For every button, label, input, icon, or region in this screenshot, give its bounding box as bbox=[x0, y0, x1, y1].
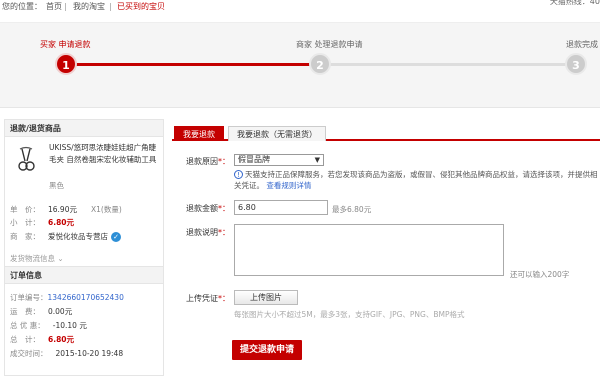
shipping-label: 运 费： bbox=[10, 307, 40, 316]
shop-label: 商 家： bbox=[10, 232, 40, 241]
dropdown-arrow-icon: ▼ bbox=[314, 156, 320, 164]
step-3-label: 退款完成 bbox=[566, 40, 598, 49]
description-label-row: 退款说明*： bbox=[186, 227, 230, 238]
voucher-label: 上传凭证 bbox=[186, 294, 218, 303]
subtotal-row: 小 计： 6.80元 bbox=[10, 217, 74, 228]
max-amount-hint: 最多6.80元 bbox=[332, 205, 372, 214]
order-number-link[interactable]: 1342660170652430 bbox=[48, 293, 124, 302]
order-number-label: 订单编号： bbox=[10, 293, 48, 302]
total-value: 6.80元 bbox=[48, 335, 75, 344]
refund-form-panel: 我要退款 我要退款（无需退货） 退款原因*： 假冒品牌 ▼ ! 天猫支持正品保障服… bbox=[172, 119, 600, 376]
order-section-title: 订单信息 bbox=[5, 267, 163, 284]
total-row: 总 计： 6.80元 bbox=[10, 334, 74, 345]
hotline-text: 天猫热线：40 bbox=[549, 0, 600, 6]
shipping-row: 运 费： 0.00元 bbox=[10, 306, 72, 317]
product-name-link[interactable]: UKISS/悠珂思浓睫娃娃超广角睫毛夹 自然卷翘宋宏化妆辅助工具 bbox=[49, 142, 157, 166]
breadcrumb-home-link[interactable]: 首页 bbox=[46, 0, 62, 14]
tab-refund[interactable]: 我要退款 bbox=[174, 126, 224, 141]
required-mark: *： bbox=[218, 204, 230, 213]
unit-price-label: 单 价： bbox=[10, 205, 40, 214]
description-label: 退款说明 bbox=[186, 228, 218, 237]
refund-description-textarea[interactable] bbox=[234, 224, 504, 276]
amount-label: 退款金额 bbox=[186, 204, 218, 213]
info-icon: ! bbox=[234, 170, 243, 179]
refund-product-panel: 退款/退货商品 UKISS/悠珂思浓睫娃娃超广角睫毛夹 自然卷翘宋宏化妆辅助工具… bbox=[4, 119, 164, 376]
refund-type-tabs: 我要退款 我要退款（无需退货） bbox=[172, 124, 600, 141]
step-2-label: 商家 处理退款申请 bbox=[296, 40, 363, 49]
unit-price-value: 16.90元 bbox=[48, 205, 77, 214]
reason-selected-value: 假冒品牌 bbox=[238, 155, 270, 164]
tab-refund-no-return[interactable]: 我要退款（无需退货） bbox=[228, 126, 326, 141]
subtotal-value: 6.80元 bbox=[48, 218, 75, 227]
breadcrumb-separator: | bbox=[109, 2, 112, 11]
total-label: 总 计： bbox=[10, 335, 40, 344]
step-1-circle: 1 bbox=[55, 53, 77, 75]
submit-refund-button[interactable]: 提交退款申请 bbox=[232, 340, 302, 360]
reason-select[interactable]: 假冒品牌 ▼ bbox=[234, 154, 324, 166]
voucher-label-row: 上传凭证*： bbox=[186, 293, 230, 304]
subtotal-label: 小 计： bbox=[10, 218, 40, 227]
refund-progress-steps: 买家 申请退款 商家 处理退款申请 退款完成 1 2 3 bbox=[0, 22, 600, 108]
product-section-title: 退款/退货商品 bbox=[5, 120, 163, 137]
logistics-info-toggle[interactable]: 发货物流信息 ⌄ bbox=[10, 253, 64, 264]
step-track-active bbox=[66, 63, 320, 66]
product-attribute: 黑色 bbox=[49, 181, 64, 190]
product-thumbnail-image[interactable] bbox=[13, 146, 39, 174]
char-count-hint: 还可以输入200字 bbox=[510, 270, 570, 279]
discount-row: 总 优 惠： -10.10 元 bbox=[10, 320, 87, 331]
shop-link[interactable]: 爱悦化妆品专营店 bbox=[48, 232, 108, 241]
shop-row: 商 家： 爱悦化妆品专营店 ✓ bbox=[10, 231, 121, 242]
reason-label-row: 退款原因*： bbox=[186, 156, 230, 167]
shop-verified-icon: ✓ bbox=[111, 232, 121, 242]
breadcrumb-purchased-link[interactable]: 已买到的宝贝 bbox=[117, 0, 165, 14]
breadcrumb-label: 您的位置： bbox=[2, 2, 42, 11]
step-2-circle: 2 bbox=[309, 53, 331, 75]
rule-details-link[interactable]: 查看规则详情 bbox=[266, 181, 311, 190]
breadcrumb-my-taobao-link[interactable]: 我的淘宝 bbox=[73, 0, 105, 14]
discount-label: 总 优 惠： bbox=[10, 321, 45, 330]
order-time-value: 2015-10-20 19:48 bbox=[55, 349, 124, 358]
required-mark: *： bbox=[218, 294, 230, 303]
order-time-row: 成交时间： 2015-10-20 19:48 bbox=[10, 348, 123, 359]
order-number-row: 订单编号：1342660170652430 bbox=[10, 292, 124, 303]
reason-note: ! 天猫支持正品保障服务，若您发现该商品为盗版，或假冒、侵犯其他品牌商品权益，请选… bbox=[234, 169, 600, 191]
discount-value: -10.10 元 bbox=[52, 321, 87, 330]
shipping-value: 0.00元 bbox=[48, 307, 73, 316]
upload-hint: 每张图片大小不超过5M，最多3张，支持GIF、JPG、PNG、BMP格式 bbox=[234, 310, 465, 319]
reason-label: 退款原因 bbox=[186, 157, 218, 166]
breadcrumb: 您的位置： 首页 | 我的淘宝 | 已买到的宝贝 天猫热线：40 bbox=[0, 0, 600, 14]
required-mark: *： bbox=[218, 228, 230, 237]
step-3-circle: 3 bbox=[565, 53, 587, 75]
step-1-label: 买家 申请退款 bbox=[40, 40, 91, 49]
unit-price-row: 单 价： 16.90元 X1(数量) bbox=[10, 204, 122, 215]
refund-amount-input[interactable]: 6.80 bbox=[234, 200, 328, 215]
order-time-label: 成交时间： bbox=[10, 349, 48, 358]
required-mark: *： bbox=[218, 157, 230, 166]
amount-label-row: 退款金额*： bbox=[186, 203, 230, 214]
breadcrumb-separator: | bbox=[64, 2, 67, 11]
step-track-pending bbox=[320, 63, 576, 66]
quantity-value: X1(数量) bbox=[90, 205, 122, 214]
upload-image-button[interactable]: 上传图片 bbox=[234, 290, 298, 305]
